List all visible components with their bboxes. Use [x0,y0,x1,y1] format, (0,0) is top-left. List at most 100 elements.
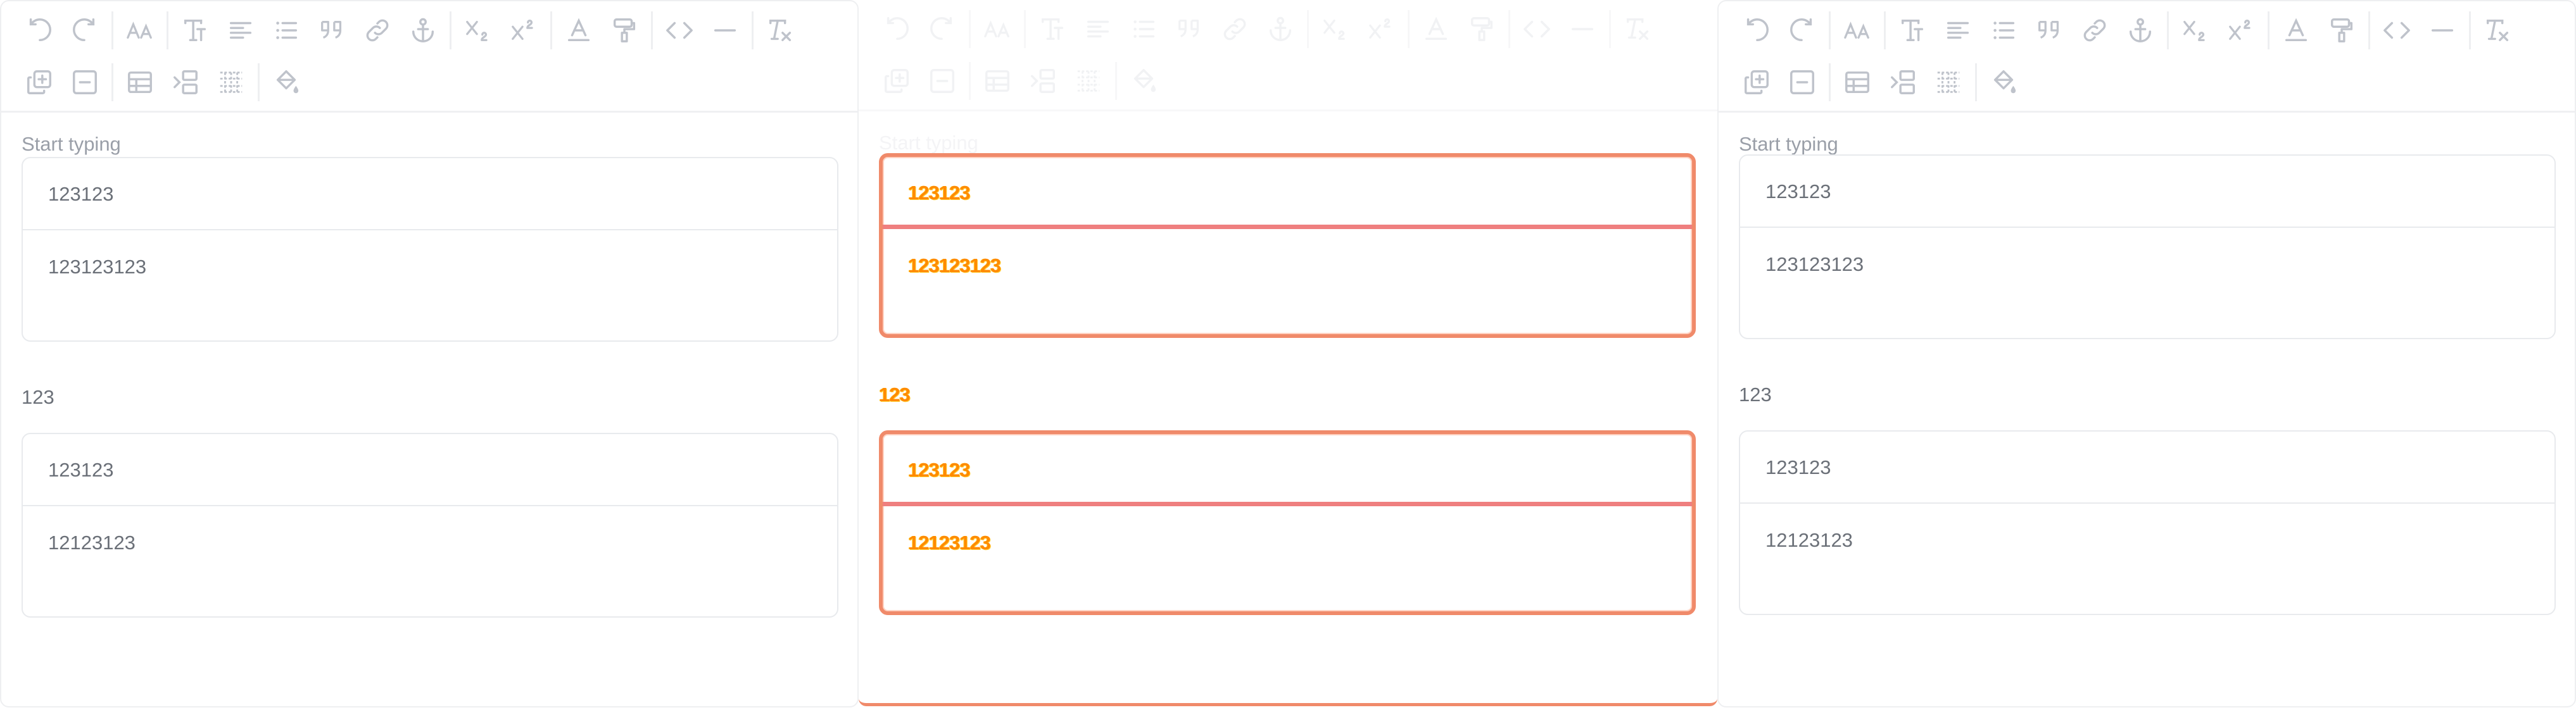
table-indent-icon[interactable] [1880,59,1926,105]
clear-format-icon[interactable] [2475,8,2520,53]
table-columns-icon[interactable] [1926,59,1971,105]
horizontal-rule-icon[interactable] [2420,8,2465,53]
heading-icon[interactable] [172,8,218,53]
table-cell[interactable]: 123123 [23,158,837,230]
subscript-icon[interactable] [2173,8,2218,53]
table-2-diff: 123123 12123123 [879,430,1696,615]
fill-color-icon [1121,58,1166,104]
editor-comparison: Start typing 123123 123123123 123 123123… [0,0,2576,710]
placeholder-text: Start typing [22,133,121,155]
format-painter-icon [1459,6,1505,52]
toolbar-divider [1408,10,1410,48]
toolbar-divider [969,10,971,48]
insert-table-icon[interactable] [1834,59,1880,105]
toolbar-row-2 [1734,59,2026,105]
fill-color-icon[interactable] [263,59,309,105]
paragraph[interactable]: 123 [1739,383,1772,406]
add-row-icon[interactable] [16,59,62,105]
link-icon[interactable] [355,8,400,53]
text-color-icon[interactable] [556,8,602,53]
table-columns-icon[interactable] [208,59,254,105]
table-1[interactable]: 123123 123123123 [22,157,838,342]
blockquote-icon[interactable] [309,8,355,53]
table-cell[interactable]: 123123 [1740,156,2554,228]
toolbar-divider [1307,10,1309,48]
table-cell[interactable]: 12123123 [1740,504,2554,615]
undo-icon[interactable] [16,8,62,53]
link-icon [1212,6,1258,52]
format-painter-icon[interactable] [602,8,647,53]
redo-icon [919,6,965,52]
clear-format-icon[interactable] [757,8,803,53]
delete-row-icon[interactable] [62,59,108,105]
toolbar-divider [1024,10,1026,48]
superscript-icon[interactable] [501,8,546,53]
table-2[interactable]: 123123 12123123 [1739,430,2556,615]
toolbar-divider [258,63,260,101]
toolbar-divider [651,11,653,49]
subscript-icon[interactable] [455,8,501,53]
anchor-icon[interactable] [2118,8,2163,53]
code-icon[interactable] [2374,8,2420,53]
fill-color-icon[interactable] [1981,59,2026,105]
redo-icon[interactable] [62,8,108,53]
table-2[interactable]: 123123 12123123 [22,433,838,618]
toolbar-divider [2268,11,2270,49]
insert-table-icon [975,58,1020,104]
bullet-list-icon[interactable] [263,8,309,53]
table-1[interactable]: 123123 123123123 [1739,154,2556,339]
horizontal-rule-icon[interactable] [702,8,748,53]
horizontal-rule-icon [1560,6,1605,52]
text-color-icon [1413,6,1459,52]
table-cell: 123123 [883,157,1692,229]
table-cell[interactable]: 123123 [1740,432,2554,504]
text-color-icon[interactable] [2273,8,2319,53]
paragraph: 123 [879,383,911,406]
heading-icon[interactable] [1890,8,1935,53]
toolbar [859,0,1717,111]
toolbar-divider [1829,11,1831,49]
paragraph[interactable]: 123 [22,386,54,409]
align-icon[interactable] [218,8,263,53]
anchor-icon [1258,6,1303,52]
code-icon[interactable] [657,8,702,53]
bullet-list-icon [1121,6,1166,52]
format-painter-icon[interactable] [2319,8,2364,53]
table-cell[interactable]: 123123123 [23,230,837,342]
blockquote-icon[interactable] [2026,8,2072,53]
toolbar-divider [2469,11,2471,49]
table-indent-icon[interactable] [163,59,208,105]
add-row-icon[interactable] [1734,59,1779,105]
toolbar-divider [752,11,754,49]
superscript-icon[interactable] [2218,8,2264,53]
placeholder-text: Start typing [1739,133,1838,155]
toolbar-divider [2167,11,2169,49]
blockquote-icon [1166,6,1212,52]
diff-panel: Start typing 123123 123123123 123 123123… [859,0,1717,707]
placeholder-text: Start typing [879,132,978,154]
insert-table-icon[interactable] [117,59,163,105]
bullet-list-icon[interactable] [1981,8,2026,53]
superscript-icon [1358,6,1404,52]
table-1-diff: 123123 123123123 [879,153,1696,338]
align-icon[interactable] [1935,8,1981,53]
anchor-icon[interactable] [400,8,446,53]
table-cell[interactable]: 12123123 [23,506,837,618]
delete-row-icon[interactable] [1779,59,1825,105]
redo-icon[interactable] [1779,8,1825,53]
table-cell[interactable]: 123123 [23,434,837,506]
toolbar-row-1 [874,6,1660,52]
toolbar-divider [111,63,113,101]
table-cell[interactable]: 123123123 [1740,228,2554,339]
toolbar-divider [1508,10,1510,48]
font-size-icon[interactable] [117,8,163,53]
subscript-icon [1313,6,1358,52]
clear-format-icon [1615,6,1660,52]
code-icon [1514,6,1560,52]
table-cell: 123123123 [908,254,1001,277]
toolbar-row-1 [16,8,803,53]
link-icon[interactable] [2072,8,2118,53]
undo-icon[interactable] [1734,8,1779,53]
heading-icon [1030,6,1075,52]
font-size-icon[interactable] [1834,8,1880,53]
